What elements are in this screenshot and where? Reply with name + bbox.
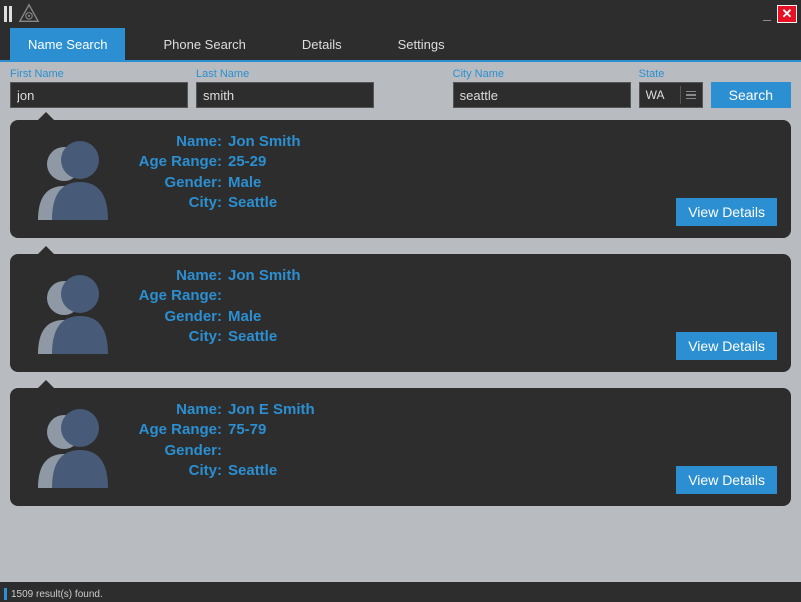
tab-phone-search[interactable]: Phone Search bbox=[145, 28, 263, 60]
gender-value: Male bbox=[228, 307, 261, 327]
status-bar: 1509 result(s) found. bbox=[0, 586, 801, 602]
status-text: 1509 result(s) found. bbox=[11, 589, 103, 600]
city-value: Seattle bbox=[228, 327, 277, 347]
status-tick-icon bbox=[4, 588, 7, 600]
result-card: Name: Jon E Smith Age Range: 75-79 Gender:… bbox=[10, 388, 791, 506]
city-value: Seattle bbox=[228, 193, 277, 213]
city-label: City: bbox=[132, 327, 222, 347]
age-range-value: 75-79 bbox=[228, 420, 266, 440]
tab-bar: Name Search Phone Search Details Setting… bbox=[0, 28, 801, 62]
title-bar: _ ✕ bbox=[0, 0, 801, 28]
gender-label: Gender: bbox=[132, 307, 222, 327]
age-range-value: 25-29 bbox=[228, 152, 266, 172]
filter-row: First Name Last Name City Name State WA … bbox=[10, 68, 791, 108]
tab-settings[interactable]: Settings bbox=[380, 28, 463, 60]
tab-name-search[interactable]: Name Search bbox=[10, 28, 125, 60]
name-value: Jon Smith bbox=[228, 266, 301, 286]
app-logo-icon bbox=[18, 3, 40, 25]
result-card: Name: Jon Smith Age Range: Gender: Male Ci… bbox=[10, 254, 791, 372]
avatar-icon bbox=[24, 266, 124, 358]
main-panel: First Name Last Name City Name State WA … bbox=[0, 62, 801, 582]
tab-details[interactable]: Details bbox=[284, 28, 360, 60]
first-name-label: First Name bbox=[10, 68, 188, 80]
state-select[interactable]: WA bbox=[639, 82, 703, 108]
city-value: Seattle bbox=[228, 461, 277, 481]
select-handle-icon bbox=[680, 86, 696, 104]
view-details-button[interactable]: View Details bbox=[676, 198, 777, 226]
view-details-button[interactable]: View Details bbox=[676, 332, 777, 360]
first-name-input[interactable] bbox=[10, 82, 188, 108]
last-name-label: Last Name bbox=[196, 68, 374, 80]
result-card: Name: Jon Smith Age Range: 25-29 Gender: Ma… bbox=[10, 120, 791, 238]
age-range-label: Age Range: bbox=[132, 420, 222, 440]
name-label: Name: bbox=[132, 266, 222, 286]
last-name-input[interactable] bbox=[196, 82, 374, 108]
age-range-label: Age Range: bbox=[132, 152, 222, 172]
name-value: Jon E Smith bbox=[228, 400, 315, 420]
state-label: State bbox=[639, 68, 703, 80]
avatar-icon bbox=[24, 400, 124, 492]
gender-label: Gender: bbox=[132, 173, 222, 193]
age-range-label: Age Range: bbox=[132, 286, 222, 306]
city-label: City: bbox=[132, 461, 222, 481]
city-label: City: bbox=[132, 193, 222, 213]
name-value: Jon Smith bbox=[228, 132, 301, 152]
name-label: Name: bbox=[132, 400, 222, 420]
gender-label: Gender: bbox=[132, 441, 222, 461]
search-button[interactable]: Search bbox=[711, 82, 791, 108]
view-details-button[interactable]: View Details bbox=[676, 466, 777, 494]
city-name-input[interactable] bbox=[453, 82, 631, 108]
results-list: Name: Jon Smith Age Range: 25-29 Gender: Ma… bbox=[10, 120, 791, 506]
gender-value: Male bbox=[228, 173, 261, 193]
state-value: WA bbox=[646, 88, 665, 102]
close-button[interactable]: ✕ bbox=[777, 5, 797, 23]
city-name-label: City Name bbox=[453, 68, 631, 80]
avatar-icon bbox=[24, 132, 124, 224]
name-label: Name: bbox=[132, 132, 222, 152]
app-bars-icon bbox=[4, 5, 12, 23]
minimize-button[interactable]: _ bbox=[757, 6, 777, 22]
